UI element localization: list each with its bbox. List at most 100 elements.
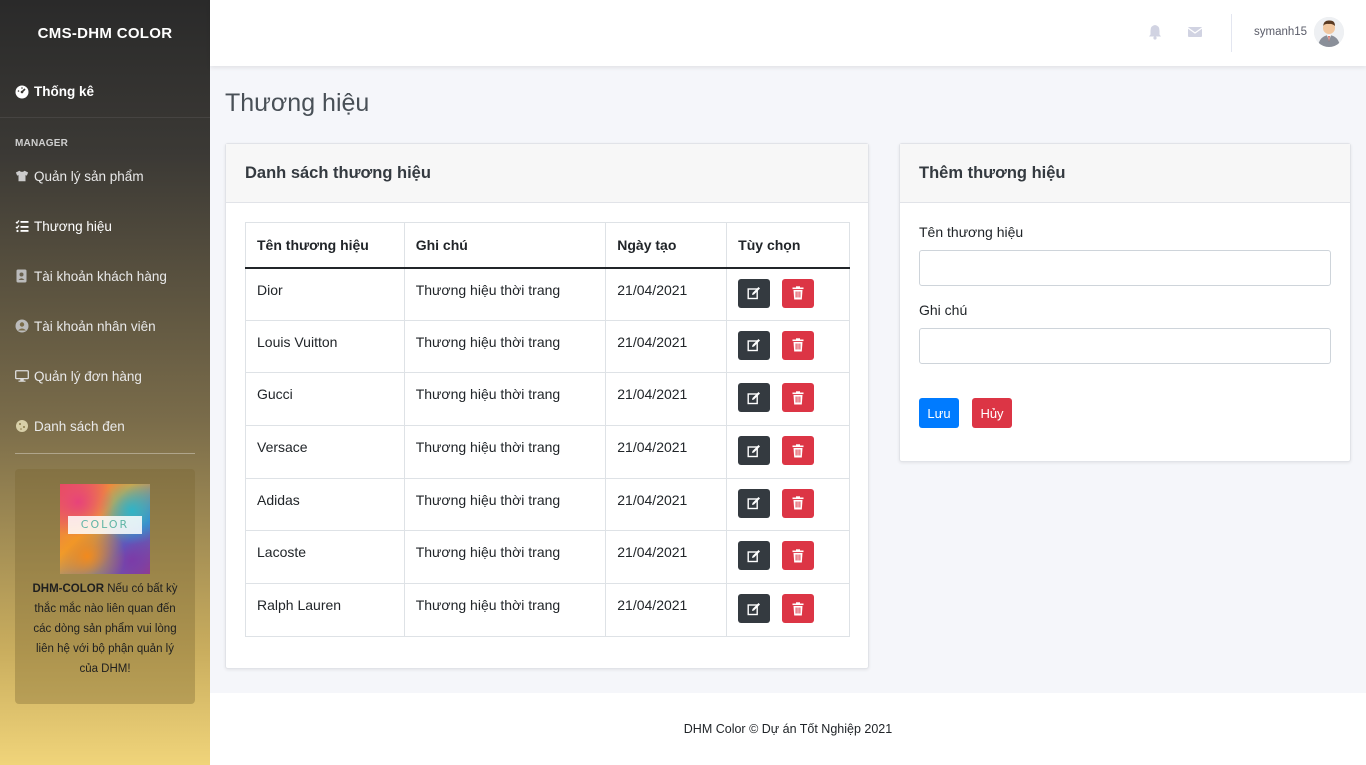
brand-name-input[interactable] [919,250,1331,286]
cell-note: Thương hiệu thời trang [403,267,607,321]
bell-icon[interactable] [1148,24,1164,40]
cell-date: 21/04/2021 [605,267,728,321]
promo-brand: DHM-COLOR [32,583,105,595]
sidebar-item-label: Thương hiệu [34,218,112,234]
add-brand-title: Thêm thương hiệu [900,144,1350,203]
cell-brand-name: Lacoste [245,530,405,585]
edit-icon [747,602,761,616]
edit-button[interactable] [738,383,771,413]
cell-brand-name: Ralph Lauren [245,583,405,637]
footer: DHM Color © Dự án Tốt Nghiệp 2021 [210,693,1366,765]
table-body: Dior Thương hiệu thời trang 21/04/2021 Loui… [245,267,850,637]
edit-button[interactable] [738,594,771,624]
footer-text: DHM Color © Dự án Tốt Nghiệp 2021 [683,722,893,736]
edit-button[interactable] [738,436,771,466]
cell-note: Thương hiệu thời trang [403,319,607,374]
edit-icon [747,286,761,300]
cell-brand-name: Dior [245,267,405,321]
edit-icon [747,338,761,352]
table-header: Tên thương hiệu Ghi chú Ngày tạo Tùy chọ… [245,222,850,269]
column-header: Tùy chọn [726,222,850,269]
note-input[interactable] [919,328,1331,364]
cell-brand-name: Adidas [245,477,405,532]
cell-note: Thương hiệu thời trang [403,530,607,585]
sidebar-item-products[interactable]: Quản lý sản phẩm [0,151,210,201]
trash-icon [792,443,804,458]
delete-button[interactable] [782,541,815,571]
promo-message: Nếu có bất kỳ thắc mắc nào liên quan đến… [33,583,178,675]
sidebar-promo-card: COLOR DHM-COLOR Nếu có bất kỳ thắc mắc n… [15,469,195,704]
add-brand-card: Thêm thương hiệu Tên thương hiệu Ghi chú… [899,143,1351,462]
note-label: Ghi chú [919,302,968,318]
sidebar-item-customers[interactable]: Tài khoản khách hàng [0,251,210,301]
delete-button[interactable] [782,436,815,466]
brand-table: Tên thương hiệu Ghi chú Ngày tạo Tùy chọ… [245,222,850,637]
cell-date: 21/04/2021 [605,425,728,479]
column-header: Tên thương hiệu [245,222,405,269]
brand-list-title: Danh sách thương hiệu [226,144,868,203]
edit-button[interactable] [738,541,771,571]
cell-actions [726,372,850,427]
cell-note: Thương hiệu thời trang [403,583,607,637]
table-row: Adidas Thương hiệu thời trang 21/04/2021 [245,477,850,532]
delete-button[interactable] [782,330,815,360]
cell-date: 21/04/2021 [605,477,728,532]
cell-note: Thương hiệu thời trang [403,425,607,479]
cell-actions [726,530,850,585]
sidebar-divider [15,453,195,454]
cell-actions [726,477,850,532]
trash-icon [792,549,804,563]
table-row: Dior Thương hiệu thời trang 21/04/2021 [245,267,850,321]
delete-button[interactable] [782,278,815,308]
sidebar-section-label: MANAGER [15,138,69,149]
save-button[interactable]: Lưu [919,398,959,428]
column-header: Ghi chú [403,222,607,269]
edit-button[interactable] [738,488,771,518]
cookie-icon [15,419,29,433]
sidebar-item-employees[interactable]: Tài khoản nhân viên [0,301,210,351]
promo-image: COLOR [60,484,150,574]
table-row: Ralph Lauren Thương hiệu thời trang 21/04/… [245,583,850,637]
sidebar: CMS-DHM COLOR Thống kê MANAGER Quản lý s… [0,0,210,765]
cancel-button[interactable]: Hủy [972,398,1012,428]
address-book-icon [15,269,29,283]
cell-actions [726,425,850,479]
trash-icon [792,496,804,510]
brand-name-label: Tên thương hiệu [919,224,1024,240]
edit-button[interactable] [738,330,771,360]
table-row: Lacoste Thương hiệu thời trang 21/04/2021 [245,530,850,585]
cell-brand-name: Versace [245,425,405,479]
desktop-icon [15,369,29,383]
sidebar-item-label: Quản lý sản phẩm [34,168,144,184]
topbar-divider [1231,14,1232,52]
cell-date: 21/04/2021 [605,319,728,374]
tshirt-icon [15,169,29,183]
cell-date: 21/04/2021 [605,530,728,585]
sidebar-item-orders[interactable]: Quản lý đơn hàng [0,351,210,401]
delete-button[interactable] [782,383,815,413]
trash-icon [792,391,804,405]
column-header: Ngày tạo [605,222,728,269]
delete-button[interactable] [782,594,815,624]
delete-button[interactable] [782,488,815,518]
envelope-icon[interactable] [1187,24,1203,40]
list-check-icon [15,219,29,233]
username[interactable]: symanh15 [1254,26,1307,38]
edit-button[interactable] [738,278,771,308]
sidebar-item-dashboard[interactable]: Thống kê [0,66,210,118]
brand-title[interactable]: CMS-DHM COLOR [0,0,210,66]
cell-brand-name: Gucci [245,372,405,427]
table-row: Versace Thương hiệu thời trang 21/04/2021 [245,425,850,479]
promo-logo: COLOR [68,516,142,534]
edit-icon [747,391,761,405]
table-row: Gucci Thương hiệu thời trang 21/04/2021 [245,372,850,427]
cell-note: Thương hiệu thời trang [403,372,607,427]
tachometer-icon [15,85,29,99]
topbar: symanh15 [210,0,1366,66]
sidebar-item-blacklist[interactable]: Danh sách đen [0,401,210,451]
cell-actions [726,319,850,374]
cell-brand-name: Louis Vuitton [245,319,405,374]
table-row: Louis Vuitton Thương hiệu thời trang 21/04… [245,319,850,374]
avatar[interactable] [1314,17,1344,47]
sidebar-item-brands[interactable]: Thương hiệu [0,201,210,251]
